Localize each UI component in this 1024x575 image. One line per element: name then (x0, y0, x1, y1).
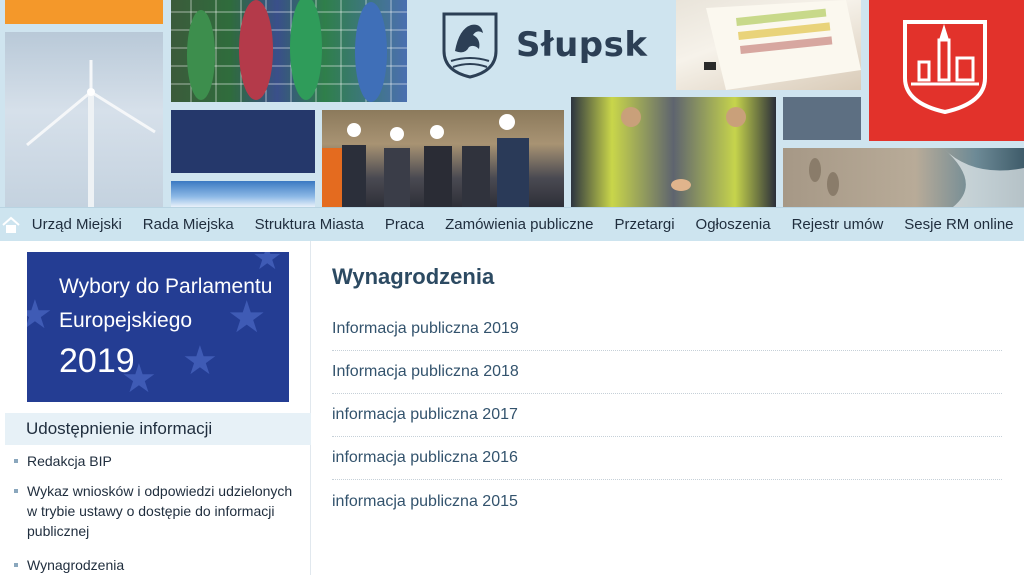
banner-title-line1: Wybory do Parlamentu (59, 275, 273, 298)
beach-footprints-photo (783, 148, 1024, 207)
coat-of-arms-tile (869, 0, 1024, 141)
footprint-icon (809, 148, 1024, 207)
logo-text: Słupsk (516, 25, 648, 65)
nav-item-struktura-miasta[interactable]: Struktura Miasta (244, 216, 374, 233)
sidebar-item-redakcja-bip[interactable]: Redakcja BIP (5, 451, 311, 471)
document-link-2019[interactable]: Informacja publiczna 2019 (332, 308, 1002, 351)
coat-of-arms-icon (903, 20, 987, 115)
wind-turbine-photo (5, 32, 163, 207)
sidebar: ★ ★ ★ ★ ★ Wybory do Parlamentu Europejsk… (5, 241, 311, 575)
football-players-photo (171, 0, 407, 102)
city-logo[interactable]: Słupsk (441, 11, 648, 79)
griffin-crest-icon (442, 12, 498, 79)
document-link-2018[interactable]: Informacja publiczna 2018 (332, 351, 1002, 394)
navy-tile (171, 110, 315, 173)
sky-photo (171, 181, 315, 207)
star-icon: ★ (182, 338, 218, 384)
handshake-photo (571, 97, 776, 207)
document-link-2016[interactable]: informacja publiczna 2016 (332, 437, 1002, 480)
orange-tile (5, 0, 163, 24)
nav-item-sesje-rm-online[interactable]: Sesje RM online (894, 216, 1024, 233)
home-icon (1, 216, 20, 233)
page-title: Wynagrodzenia (332, 264, 495, 289)
sidebar-item-wykaz-wnioskow[interactable]: Wykaz wniosków i odpowiedzi udzielonych … (5, 481, 311, 541)
sidebar-section-title: Udostępnienie informacji (5, 413, 311, 445)
star-icon: ★ (27, 292, 53, 338)
main-content: Wynagrodzenia Informacja publiczna 2019 … (332, 241, 1002, 575)
handshake-icon (621, 107, 746, 191)
main-nav: Urząd Miejski Rada Miejska Struktura Mia… (0, 207, 1024, 241)
document-link-2015[interactable]: informacja publiczna 2015 (332, 480, 1002, 523)
star-icon: ★ (227, 292, 267, 343)
sidebar-menu: Redakcja BIP Wykaz wniosków i odpowiedzi… (5, 449, 311, 575)
nav-item-rada-miejska[interactable]: Rada Miejska (132, 216, 244, 233)
elections-banner[interactable]: ★ ★ ★ ★ ★ Wybory do Parlamentu Europejsk… (27, 252, 289, 402)
document-icon (704, 0, 861, 90)
wind-turbine-icon (26, 60, 156, 207)
document-link-2017[interactable]: informacja publiczna 2017 (332, 394, 1002, 437)
nav-item-zamowienia-publiczne[interactable]: Zamówienia publiczne (435, 216, 604, 233)
nav-item-przetargi[interactable]: Przetargi (604, 216, 685, 233)
banner-title-line2: Europejskiego (59, 309, 193, 332)
nav-item-praca[interactable]: Praca (374, 216, 434, 233)
header-collage: Słupsk (0, 0, 1024, 207)
gray-tile (783, 97, 861, 140)
sidebar-item-wynagrodzenia[interactable]: Wynagrodzenia (5, 555, 311, 575)
banner-year: 2019 (59, 342, 135, 380)
people-group-icon (322, 114, 529, 207)
goal-net-icon (171, 0, 407, 102)
nav-item-ogloszenia[interactable]: Ogłoszenia (685, 216, 781, 233)
nav-item-urzad-miejski[interactable]: Urząd Miejski (21, 216, 132, 233)
officials-photo (322, 110, 564, 207)
documents-photo (676, 0, 861, 90)
nav-item-rejestr-umow[interactable]: Rejestr umów (781, 216, 894, 233)
document-list: Informacja publiczna 2019 Informacja pub… (332, 308, 1002, 523)
home-button[interactable] (0, 208, 21, 242)
